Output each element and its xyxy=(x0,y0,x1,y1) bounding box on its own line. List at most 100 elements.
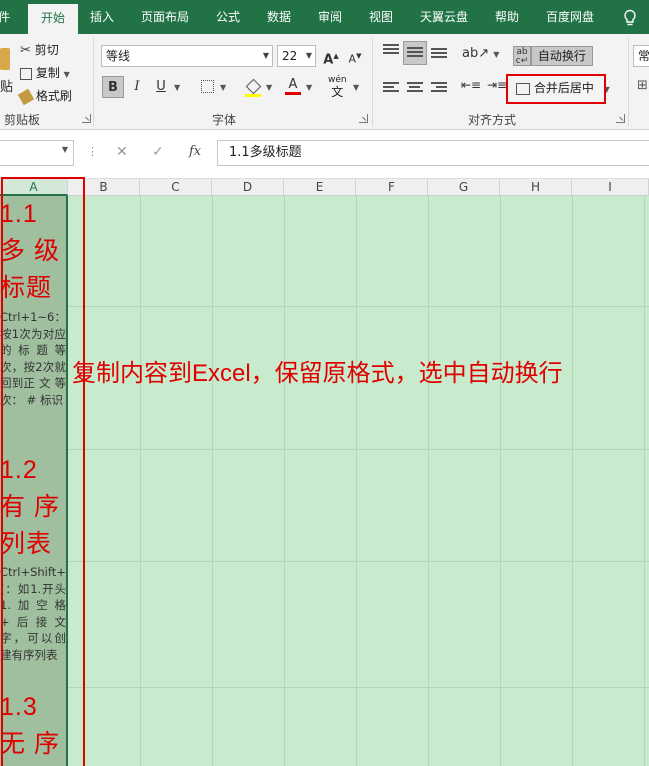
name-box[interactable]: ▼ xyxy=(0,140,74,166)
currency-format-icon[interactable]: ⊞ xyxy=(637,78,648,93)
copy-label: 复制 xyxy=(35,66,60,80)
phonetic-guide-button[interactable]: wén 文 xyxy=(328,76,347,100)
group-divider xyxy=(372,38,373,126)
align-right-icon[interactable] xyxy=(431,82,447,96)
format-painter-label: 格式刷 xyxy=(35,89,72,103)
wrap-text-icon: ab c↵ xyxy=(513,46,531,66)
tab-data[interactable]: 数据 xyxy=(267,0,291,34)
tab-file[interactable]: 件 xyxy=(0,0,10,34)
column-headers: A B C D E F G H I xyxy=(0,178,649,196)
middle-align-icon xyxy=(407,47,423,61)
increase-indent-icon: ⇥≡ xyxy=(487,78,508,92)
column-header-d[interactable]: D xyxy=(212,179,284,196)
font-name-select[interactable]: 等线 ▼ xyxy=(101,45,273,67)
tab-insert[interactable]: 插入 xyxy=(90,0,114,34)
underline-button[interactable]: U xyxy=(150,76,172,98)
group-label-clipboard: 剪贴板 xyxy=(4,113,41,127)
clipboard-launcher-icon[interactable] xyxy=(82,114,91,123)
tab-tianyi-cloud[interactable]: 天翼云盘 xyxy=(420,0,468,34)
grow-font-button[interactable]: A▲ xyxy=(320,45,342,67)
chevron-down-icon[interactable]: ▼ xyxy=(266,83,272,92)
number-format-select[interactable]: 常 xyxy=(633,45,649,67)
confirm-entry-button[interactable]: ✓ xyxy=(152,144,164,160)
chevron-down-icon: ▼ xyxy=(493,50,500,59)
tab-view[interactable]: 视图 xyxy=(369,0,393,34)
cut-button[interactable]: ✂ 剪切 xyxy=(20,41,59,58)
chevron-down-icon[interactable]: ▼ xyxy=(306,83,312,92)
fill-color-button[interactable] xyxy=(242,76,264,98)
column-header-f[interactable]: F xyxy=(356,179,428,196)
border-icon xyxy=(200,80,214,93)
gridline xyxy=(0,306,649,307)
chevron-down-icon: ▼ xyxy=(63,70,70,79)
clipboard-icon xyxy=(0,48,10,70)
group-label-font: 字体 xyxy=(212,113,237,127)
formula-input[interactable]: 1.1多级标题 xyxy=(217,140,649,166)
paint-bucket-icon xyxy=(245,78,261,95)
chevron-down-icon[interactable]: ▼ xyxy=(220,83,226,92)
font-color-icon: A xyxy=(288,77,298,92)
wrap-text-label: 自动换行 xyxy=(530,46,593,66)
tab-page-layout[interactable]: 页面布局 xyxy=(141,0,189,34)
paste-label: 贴 xyxy=(0,80,14,95)
align-left-icon[interactable] xyxy=(383,82,399,96)
copy-button[interactable]: 复制 ▼ xyxy=(20,64,70,81)
column-header-h[interactable]: H xyxy=(500,179,572,196)
tab-home[interactable]: 开始 xyxy=(28,4,79,34)
worksheet-grid[interactable]: 1.1 多 级 标题 Ctrl+1~6：按1次为对应的标题等次，按2次就回到正 … xyxy=(0,196,649,766)
shrink-font-icon: A xyxy=(348,52,357,66)
tab-baidu-netdisk[interactable]: 百度网盘 xyxy=(546,0,594,34)
chevron-down-icon[interactable]: ▼ xyxy=(353,83,359,92)
group-label-alignment: 对齐方式 xyxy=(468,113,517,127)
chevron-down-icon[interactable]: ▼ xyxy=(174,83,180,92)
alignment-launcher-icon[interactable] xyxy=(616,114,625,123)
decrease-indent-icon: ⇤≡ xyxy=(461,78,482,92)
formula-bar: ▼ ⋮ ✕ ✓ fx 1.1多级标题 xyxy=(0,131,649,176)
font-size-select[interactable]: 22 ▼ xyxy=(277,45,316,67)
gridline xyxy=(284,196,285,766)
gridline xyxy=(644,196,645,766)
gridline xyxy=(572,196,573,766)
shrink-font-button[interactable]: A▼ xyxy=(344,45,366,67)
top-align-icon[interactable] xyxy=(383,44,399,58)
tab-help[interactable]: 帮助 xyxy=(495,0,519,34)
chevron-down-icon: ▼ xyxy=(262,51,269,60)
align-center-icon[interactable] xyxy=(407,82,423,96)
group-divider xyxy=(93,38,94,126)
insert-function-button[interactable]: fx xyxy=(189,144,201,159)
chevron-down-icon: ▼ xyxy=(305,51,312,60)
decrease-indent-button[interactable]: ⇤≡ xyxy=(461,78,481,92)
font-color-button[interactable]: A xyxy=(282,74,304,96)
paste-button[interactable]: 贴 xyxy=(0,48,13,95)
column-header-i[interactable]: I xyxy=(572,179,649,196)
ribbon-tab-bar: 件 开始 插入 页面布局 公式 数据 审阅 视图 天翼云盘 帮助 百度网盘 xyxy=(0,0,649,34)
scissors-icon: ✂ xyxy=(20,43,31,58)
tab-review[interactable]: 审阅 xyxy=(318,0,342,34)
chevron-down-icon: ▼ xyxy=(61,145,68,154)
font-launcher-icon[interactable] xyxy=(359,114,368,123)
middle-align-button[interactable] xyxy=(403,41,427,65)
column-header-g[interactable]: G xyxy=(428,179,500,196)
wrap-text-button[interactable]: ab c↵ 自动换行 xyxy=(513,46,593,66)
gridline xyxy=(0,561,649,562)
orientation-button[interactable]: ab↗ ▼ xyxy=(462,46,499,61)
bold-button[interactable]: B xyxy=(102,76,124,98)
italic-button[interactable]: I xyxy=(126,76,148,98)
gridline xyxy=(500,196,501,766)
brush-icon xyxy=(17,88,35,105)
lightbulb-icon[interactable] xyxy=(622,9,638,27)
grow-font-icon: A xyxy=(323,52,334,68)
ribbon-home: 贴 ✂ 剪切 复制 ▼ 格式刷 剪贴板 等线 ▼ 22 ▼ A▲ A▼ B I … xyxy=(0,34,649,130)
cut-label: 剪切 xyxy=(34,43,59,57)
increase-indent-button[interactable]: ⇥≡ xyxy=(487,78,507,92)
annotation-text: 复制内容到Excel，保留原格式，选中自动换行 xyxy=(72,360,563,387)
copy-icon xyxy=(20,67,32,80)
column-header-c[interactable]: C xyxy=(140,179,212,196)
cancel-entry-button[interactable]: ✕ xyxy=(116,144,128,160)
format-painter-button[interactable]: 格式刷 xyxy=(17,87,72,105)
tab-formulas[interactable]: 公式 xyxy=(216,0,240,34)
column-header-e[interactable]: E xyxy=(284,179,356,196)
bottom-align-icon[interactable] xyxy=(431,48,447,62)
font-name-value: 等线 xyxy=(106,49,131,63)
borders-button[interactable] xyxy=(196,76,218,98)
